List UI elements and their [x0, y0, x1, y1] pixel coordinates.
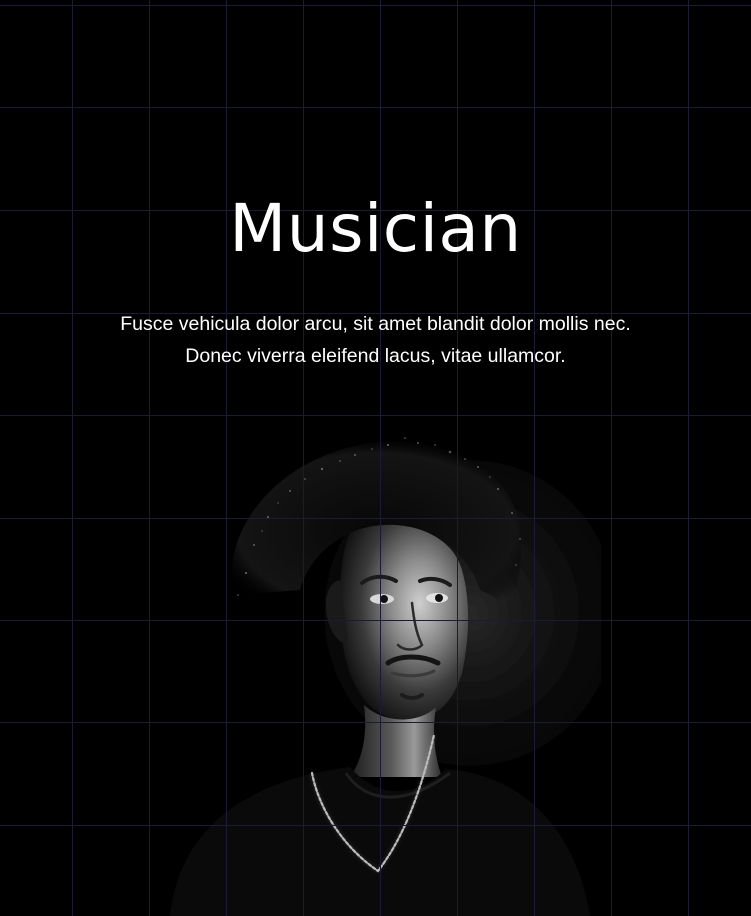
hero-subtitle-line-2: Donec viverra eleifend lacus, vitae ulla… — [185, 345, 566, 367]
hero-section: Musician Fusce vehicula dolor arcu, sit … — [0, 0, 751, 916]
musician-portrait-image — [150, 405, 601, 916]
hero-title: Musician — [229, 190, 522, 267]
hero-subtitle: Fusce vehicula dolor arcu, sit amet blan… — [80, 308, 671, 372]
hero-subtitle-line-1: Fusce vehicula dolor arcu, sit amet blan… — [120, 313, 631, 335]
